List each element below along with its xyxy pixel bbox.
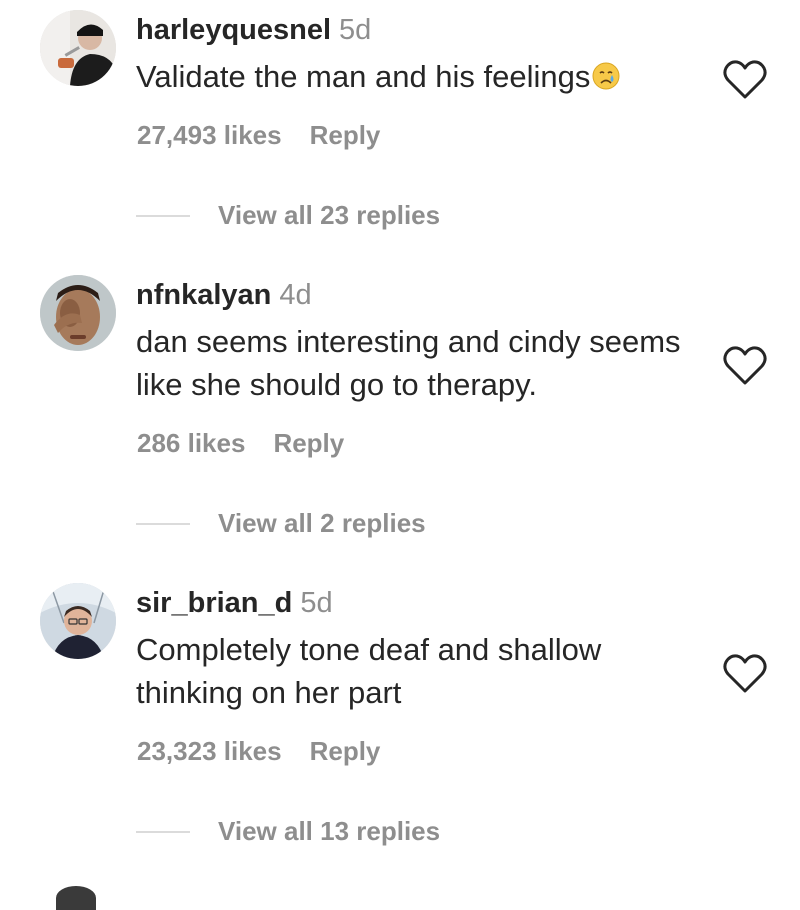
like-count[interactable]: 27,493 likes (137, 120, 282, 150)
view-replies-link[interactable]: View all 23 replies (136, 200, 440, 231)
avatar[interactable] (40, 275, 116, 351)
comment-text: Completely tone deaf and shallow thinkin… (136, 632, 602, 710)
view-replies-link[interactable]: View all 13 replies (136, 816, 440, 847)
avatar[interactable] (40, 10, 116, 86)
like-button[interactable] (722, 344, 768, 386)
timestamp[interactable]: 4d (279, 279, 311, 311)
heart-outline-icon (723, 60, 767, 99)
username[interactable]: harleyquesnel (136, 14, 331, 46)
reply-button[interactable]: Reply (310, 736, 381, 766)
crying-face-emoji-icon (591, 59, 621, 90)
like-count[interactable]: 286 likes (137, 428, 245, 458)
divider-line (136, 830, 190, 833)
comment-meta: 286 likes Reply (137, 428, 344, 459)
username[interactable]: sir_brian_d (136, 587, 292, 619)
view-replies-label: View all 23 replies (218, 200, 441, 230)
username[interactable]: nfnkalyan (136, 279, 271, 311)
timestamp[interactable]: 5d (339, 14, 371, 46)
divider-line (136, 522, 190, 525)
comment-header: sir_brian_d 5d (136, 585, 333, 621)
timestamp[interactable]: 5d (300, 587, 332, 619)
comment-meta: 23,323 likes Reply (137, 736, 380, 767)
comment-text: Validate the man and his feelings (136, 55, 716, 98)
view-replies-link[interactable]: View all 2 replies (136, 508, 426, 539)
avatar[interactable] (56, 886, 96, 910)
comment-header: harleyquesnel 5d (136, 12, 371, 48)
view-replies-label: View all 2 replies (218, 508, 426, 538)
like-count[interactable]: 23,323 likes (137, 736, 282, 766)
divider-line (136, 214, 190, 217)
reply-button[interactable]: Reply (310, 120, 381, 150)
heart-outline-icon (723, 346, 767, 385)
comment-meta: 27,493 likes Reply (137, 120, 380, 151)
view-replies-label: View all 13 replies (218, 816, 441, 846)
heart-outline-icon (723, 654, 767, 693)
avatar[interactable] (40, 583, 116, 659)
reply-button[interactable]: Reply (273, 428, 344, 458)
comment-text-body: Validate the man and his feelings (136, 59, 591, 94)
like-button[interactable] (722, 58, 768, 100)
comment-text: dan seems interesting and cindy seems li… (136, 324, 681, 402)
like-button[interactable] (722, 652, 768, 694)
comment-header: nfnkalyan 4d (136, 277, 312, 313)
